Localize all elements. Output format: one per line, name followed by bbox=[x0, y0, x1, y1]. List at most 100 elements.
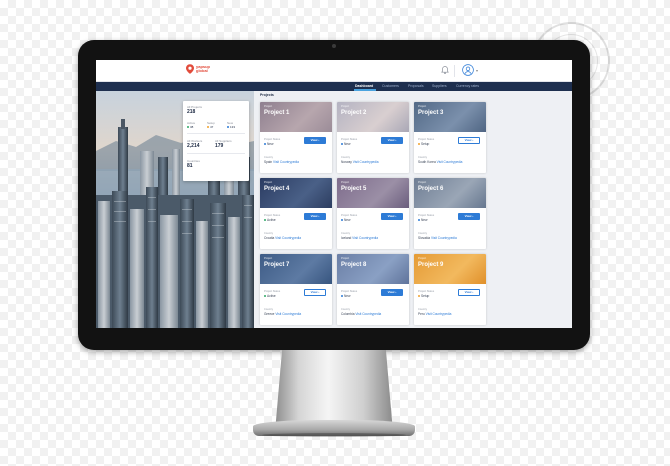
countrypedia-link[interactable]: Visit Countrypedia bbox=[273, 160, 299, 164]
monitor-frame: yapsup global ▾ Dashboard Customers Prop… bbox=[78, 40, 590, 350]
chevron-right-icon: › bbox=[395, 214, 397, 218]
webcam bbox=[332, 44, 336, 48]
project-status-value: Active bbox=[267, 218, 276, 222]
project-country: Norway Visit Countrypedia bbox=[341, 160, 379, 164]
country-label: Country bbox=[264, 232, 274, 235]
all-suppliers-value: 179 bbox=[215, 143, 224, 149]
project-status-label: Project Status bbox=[418, 138, 435, 141]
countrypedia-link[interactable]: Visit Countrypedia bbox=[353, 160, 379, 164]
view-button-label: View bbox=[464, 290, 472, 294]
countrypedia-link[interactable]: Visit Countrypedia bbox=[426, 312, 452, 316]
status-dot bbox=[341, 143, 343, 145]
project-card[interactable]: Project Project 1 Project Status New View › C… bbox=[260, 102, 332, 173]
country-name: Slovakia bbox=[418, 236, 431, 240]
view-button-label: View bbox=[310, 290, 318, 294]
view-project-button[interactable]: View › bbox=[304, 213, 326, 220]
view-project-button[interactable]: View › bbox=[381, 137, 403, 144]
project-country: Slovakia Visit Countrypedia bbox=[418, 236, 457, 240]
project-status: Active bbox=[264, 218, 276, 222]
stats-divider bbox=[187, 153, 245, 154]
project-status-value: New bbox=[344, 142, 351, 146]
project-country: Iceland Visit Countrypedia bbox=[341, 236, 378, 240]
country-label: Country bbox=[418, 232, 428, 235]
view-project-button[interactable]: View › bbox=[458, 213, 480, 220]
project-name: Project 8 bbox=[341, 262, 367, 268]
tab-suppliers[interactable]: Suppliers bbox=[432, 82, 447, 91]
status-dot bbox=[264, 143, 266, 145]
header-divider bbox=[454, 65, 455, 77]
country-name: Peru bbox=[418, 312, 425, 316]
status-dot bbox=[418, 295, 420, 297]
project-status: New bbox=[341, 294, 350, 298]
view-project-button[interactable]: View › bbox=[304, 137, 326, 144]
project-status: New bbox=[264, 142, 273, 146]
view-button-label: View bbox=[387, 138, 395, 142]
project-card[interactable]: Project Project 3 Project Status Setup View … bbox=[414, 102, 486, 173]
view-button-label: View bbox=[464, 138, 472, 142]
view-project-button[interactable]: View › bbox=[381, 213, 403, 220]
country-label: Country bbox=[341, 156, 351, 159]
project-status-label: Project Status bbox=[418, 290, 435, 293]
view-button-label: View bbox=[387, 214, 395, 218]
project-country: Colombia Visit Countrypedia bbox=[341, 312, 381, 316]
view-project-button[interactable]: View › bbox=[458, 289, 480, 296]
countrypedia-link[interactable]: Visit Countrypedia bbox=[275, 236, 301, 240]
tab-proposals[interactable]: Proposals bbox=[408, 82, 424, 91]
status-dot bbox=[264, 219, 266, 221]
project-status-value: Setup bbox=[421, 294, 430, 298]
active-dot bbox=[187, 126, 189, 128]
countrypedia-link[interactable]: Visit Countrypedia bbox=[355, 312, 381, 316]
bell-icon[interactable] bbox=[440, 65, 450, 75]
project-card[interactable]: Project Project 7 Project Status Active View… bbox=[260, 254, 332, 325]
project-card[interactable]: Project Project 6 Project Status New View › C… bbox=[414, 178, 486, 249]
chevron-right-icon: › bbox=[472, 214, 474, 218]
countrypedia-link[interactable]: Visit Countrypedia bbox=[431, 236, 457, 240]
brand-name: yapsup global bbox=[196, 64, 211, 73]
project-country: Peru Visit Countrypedia bbox=[418, 312, 451, 316]
user-avatar-icon[interactable] bbox=[462, 64, 474, 76]
stats-summary-card: All Projects 218 Active 38 Setup 47 New … bbox=[183, 101, 249, 181]
project-kicker: Project bbox=[341, 257, 350, 260]
project-status: New bbox=[418, 218, 427, 222]
project-name: Project 7 bbox=[264, 262, 290, 268]
countrypedia-link[interactable]: Visit Countrypedia bbox=[352, 236, 378, 240]
project-card[interactable]: Project Project 2 Project Status New View › C… bbox=[337, 102, 409, 173]
chevron-down-icon[interactable]: ▾ bbox=[476, 68, 478, 73]
view-project-button[interactable]: View › bbox=[458, 137, 480, 144]
project-country: Spain Visit Countrypedia bbox=[264, 160, 299, 164]
project-status-label: Project Status bbox=[341, 290, 358, 293]
project-status: Active bbox=[264, 294, 276, 298]
project-name: Project 5 bbox=[341, 186, 367, 192]
tab-customers[interactable]: Customers bbox=[382, 82, 399, 91]
new-dot bbox=[227, 126, 229, 128]
project-kicker: Project bbox=[264, 181, 273, 184]
view-project-button[interactable]: View › bbox=[304, 289, 326, 296]
project-card[interactable]: Project Project 9 Project Status Setup View … bbox=[414, 254, 486, 325]
project-card[interactable]: Project Project 8 Project Status New View › C… bbox=[337, 254, 409, 325]
project-card[interactable]: Project Project 4 Project Status Active View… bbox=[260, 178, 332, 249]
project-status-value: New bbox=[344, 218, 351, 222]
countrypedia-link[interactable]: Visit Countrypedia bbox=[275, 312, 301, 316]
new-value: 133 bbox=[230, 125, 236, 129]
status-dot bbox=[341, 295, 343, 297]
project-name: Project 4 bbox=[264, 186, 290, 192]
chevron-right-icon: › bbox=[318, 214, 320, 218]
tab-currency-rates[interactable]: Currency rates bbox=[456, 82, 479, 91]
chevron-right-icon: › bbox=[395, 290, 397, 294]
country-label: Country bbox=[341, 232, 351, 235]
project-card[interactable]: Project Project 5 Project Status New View › C… bbox=[337, 178, 409, 249]
view-project-button[interactable]: View › bbox=[381, 289, 403, 296]
project-kicker: Project bbox=[341, 105, 350, 108]
brand-logo[interactable]: yapsup global bbox=[186, 64, 216, 74]
chevron-right-icon: › bbox=[318, 290, 320, 294]
chevron-right-icon: › bbox=[472, 290, 474, 294]
project-name: Project 9 bbox=[418, 262, 444, 268]
chevron-right-icon: › bbox=[318, 138, 320, 142]
countrypedia-link[interactable]: Visit Countrypedia bbox=[437, 160, 463, 164]
country-name: Croatia bbox=[264, 236, 275, 240]
country-name: Iceland bbox=[341, 236, 352, 240]
country-name: Colombia bbox=[341, 312, 355, 316]
all-workers-value: 2,214 bbox=[187, 143, 200, 149]
main-nav: Dashboard Customers Proposals Suppliers … bbox=[96, 82, 572, 91]
active-tab-indicator bbox=[354, 89, 376, 91]
